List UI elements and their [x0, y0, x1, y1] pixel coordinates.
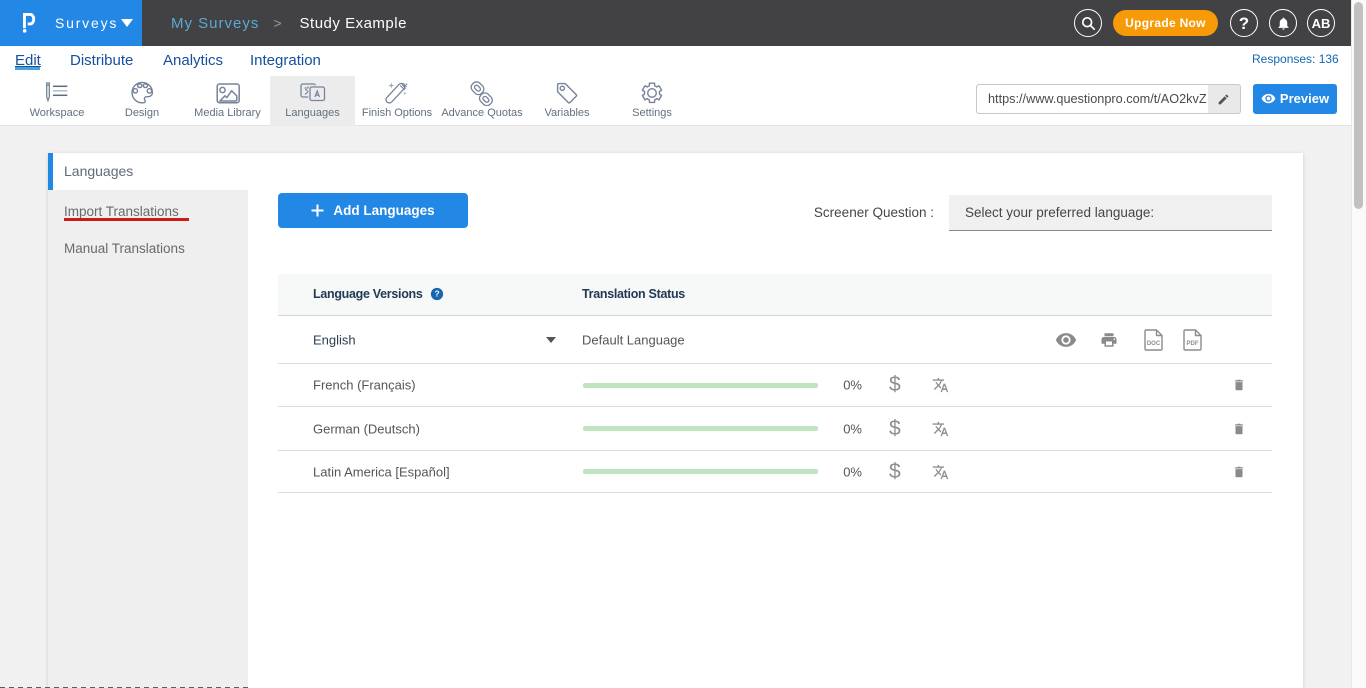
- svg-text:DOC: DOC: [1147, 341, 1161, 347]
- svg-text:?: ?: [434, 289, 439, 299]
- svg-text:PDF: PDF: [1187, 341, 1199, 347]
